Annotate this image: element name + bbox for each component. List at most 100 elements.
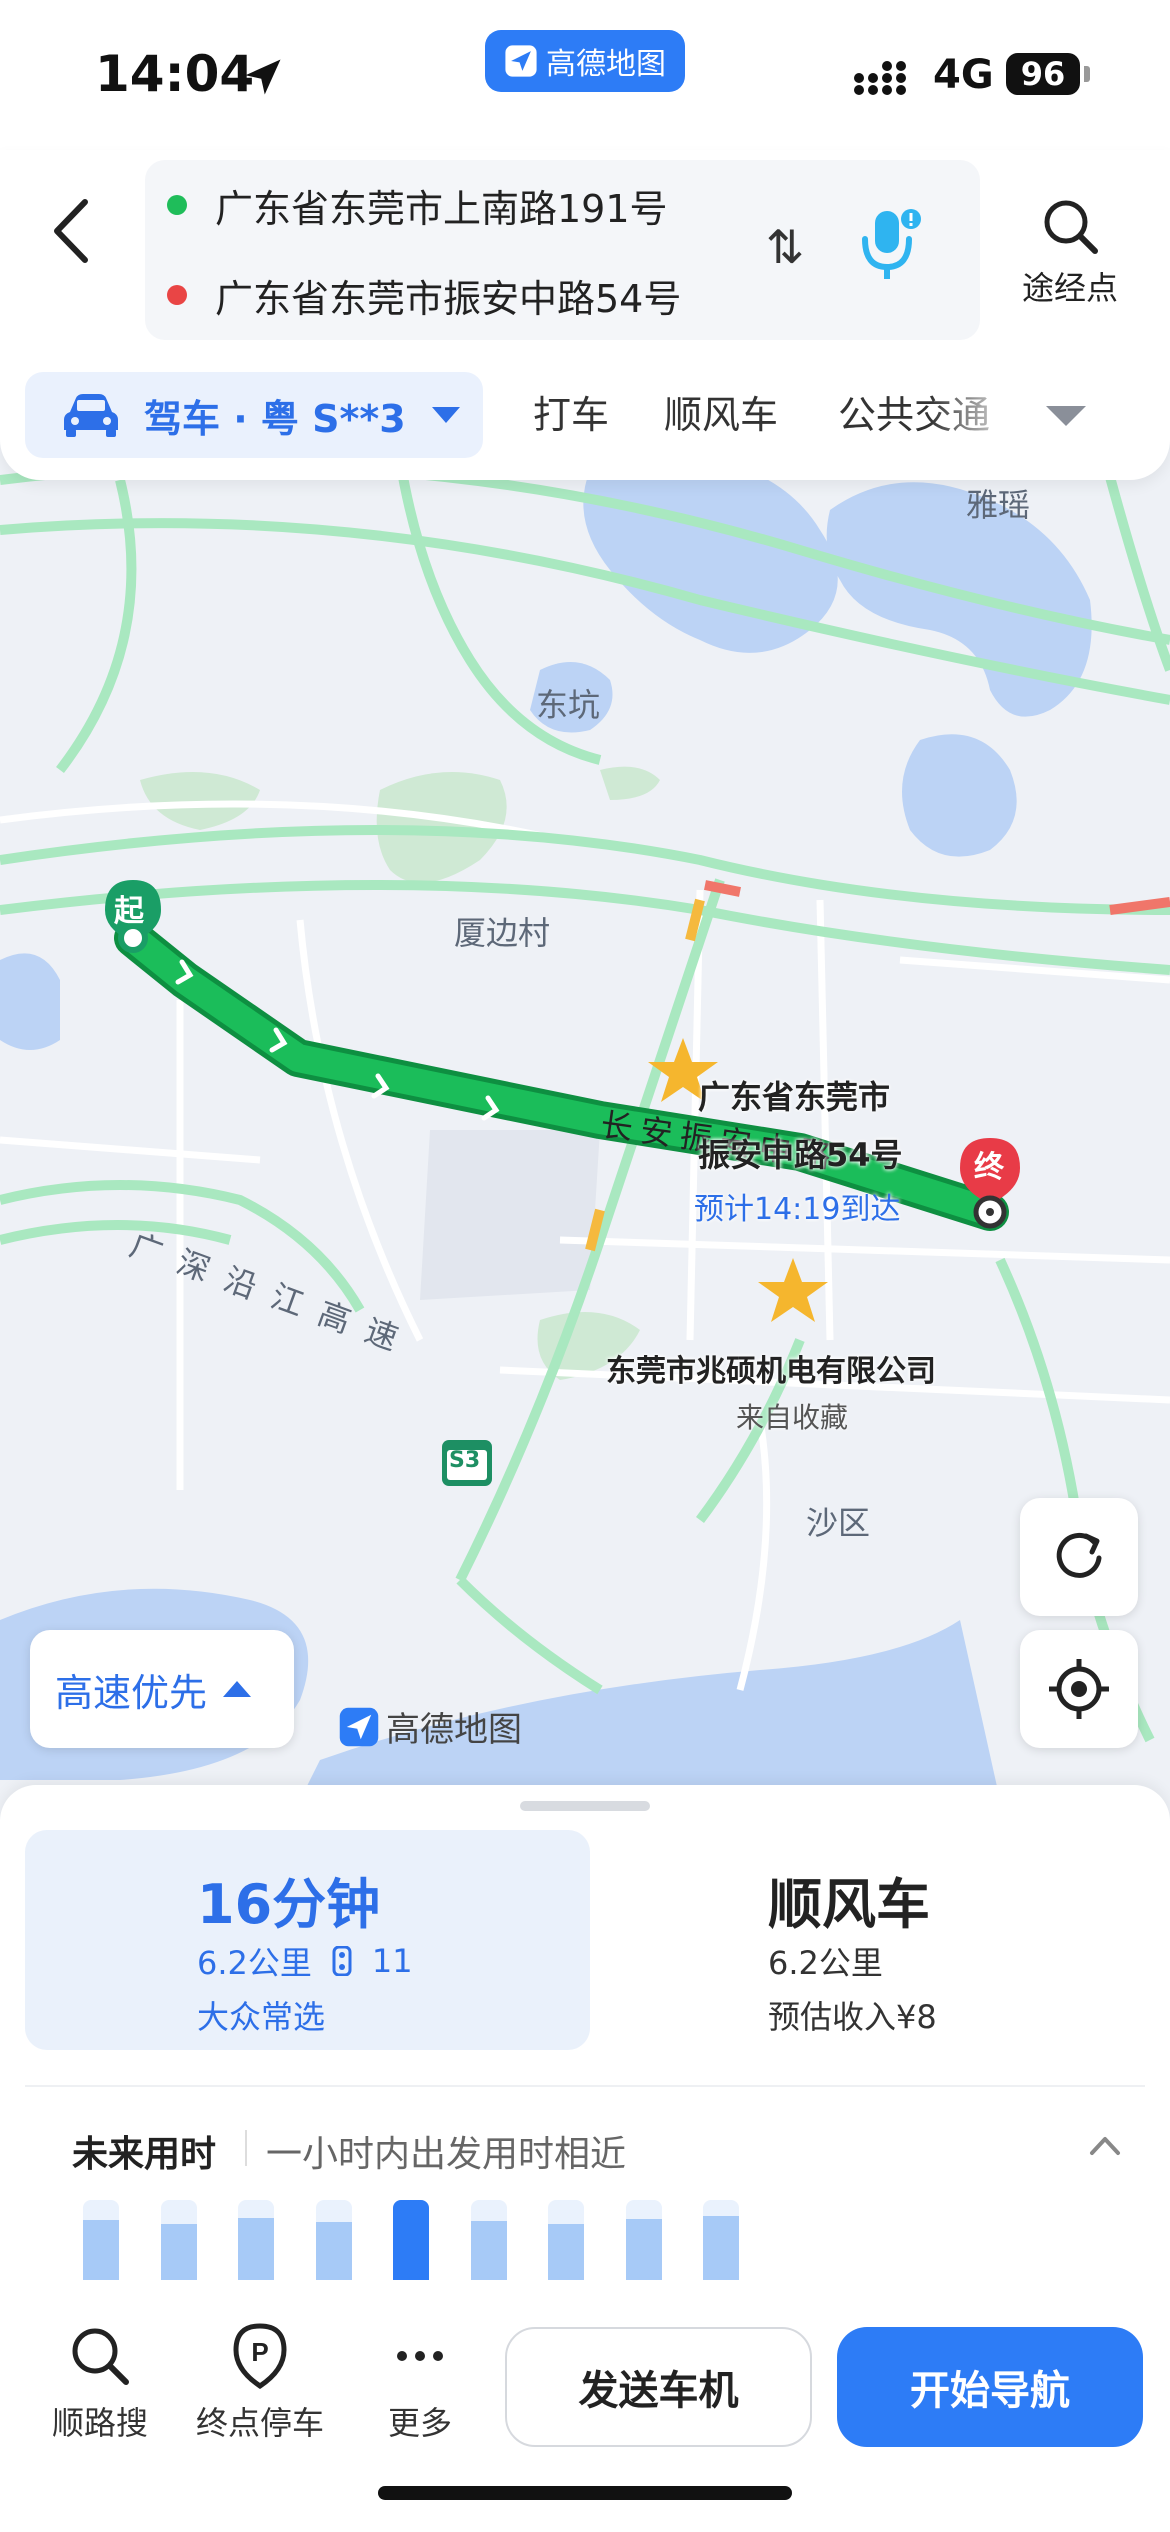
destination-parking-button[interactable]: P 终点停车	[180, 2322, 340, 2462]
route-duration: 16分钟	[197, 1873, 381, 1936]
future-time-bar[interactable]	[160, 2200, 197, 2280]
poi-source: 来自收藏	[736, 1401, 849, 1434]
tab-drive[interactable]: 驾车 · 粤 S**3	[25, 372, 483, 458]
search-icon	[1044, 200, 1098, 254]
route-preference-label: 高速优先	[55, 1670, 208, 1715]
place-label: 雅瑶	[966, 486, 1031, 524]
route-option-selected[interactable]: 16分钟 6.2公里 11 大众常选	[25, 1830, 590, 2050]
status-time: 14:04	[95, 45, 255, 103]
locate-icon	[1049, 1659, 1109, 1719]
eta-label: 预计14:19到达	[694, 1192, 901, 1227]
tab-drive-label: 驾车 · 粤 S**3	[144, 396, 406, 441]
future-time-title: 未来用时	[72, 2134, 217, 2175]
future-time-bar[interactable]	[470, 2200, 507, 2280]
future-time-bar[interactable]	[238, 2200, 274, 2280]
swap-button[interactable]: ⇅	[755, 220, 815, 290]
tab-carpool[interactable]: 顺风车	[664, 370, 778, 460]
poi-name[interactable]: 东莞市兆硕机电有限公司	[606, 1346, 936, 1390]
search-icon	[72, 2328, 129, 2385]
refresh-icon	[1056, 1532, 1102, 1578]
end-point-field[interactable]: 广东省东莞市振安中路54号	[145, 250, 745, 340]
microphone-icon[interactable]	[855, 205, 925, 285]
map-watermark-text: 高德地图	[386, 1710, 522, 1750]
place-label: 厦边村	[454, 914, 551, 952]
app-pill-label: 高德地图	[546, 47, 666, 82]
start-navigation-button[interactable]: 开始导航	[837, 2327, 1143, 2447]
route-meta: 6.2公里 11	[197, 1938, 413, 1984]
end-dot	[167, 285, 187, 305]
traffic-light-count: 11	[371, 1942, 413, 1980]
divider	[245, 2130, 247, 2166]
future-time-bar-fill	[548, 2224, 584, 2280]
status-bar: 14:04 高德地图 4G 96	[0, 0, 1170, 150]
chevron-up-icon[interactable]	[1088, 2133, 1122, 2157]
caret-up-icon	[223, 1681, 252, 1697]
network-type: 4G	[933, 52, 994, 98]
future-time-bar-fill	[703, 2216, 739, 2280]
via-point-button[interactable]: 途经点	[1005, 195, 1135, 325]
amap-logo-icon	[505, 45, 537, 77]
map-watermark: 高德地图	[338, 1702, 522, 1751]
car-icon	[64, 394, 118, 437]
send-to-car-button[interactable]: 发送车机	[505, 2327, 812, 2447]
traffic-light-icon	[332, 1946, 352, 1976]
along-route-search-label: 顺路搜	[51, 2404, 148, 2442]
future-time-bars	[0, 2200, 1170, 2280]
destination-parking-label: 终点停车	[195, 2404, 324, 2442]
route-option-carpool[interactable]: 顺风车 6.2公里 预估收入¥8	[610, 1830, 1145, 2050]
more-button[interactable]: 更多	[340, 2322, 500, 2462]
carpool-distance: 6.2公里	[768, 1944, 883, 1982]
locate-button[interactable]	[1020, 1630, 1138, 1748]
map-view[interactable]: 雅瑶 东坑 厦边村 沙区 长安振安中路 广深沿江高速 S3 起 终 广东省东莞市…	[0, 440, 1170, 1800]
more-label: 更多	[387, 2404, 452, 2442]
battery-tip	[1084, 66, 1090, 82]
home-indicator[interactable]	[378, 2486, 792, 2500]
future-time-bar[interactable]	[703, 2200, 739, 2280]
route-header: 广东省东莞市上南路191号 广东省东莞市振安中路54号 ⇅ 途经点 驾车 · 粤	[0, 150, 1170, 480]
future-time-bar-fill	[625, 2219, 662, 2280]
divider	[25, 2085, 1145, 2087]
destination-label-line2: 振安中路54号	[698, 1136, 903, 1174]
parking-icon: P	[233, 2323, 287, 2390]
tab-fade	[930, 370, 1020, 460]
future-time-bar-fill	[470, 2221, 507, 2280]
start-dot	[167, 195, 187, 215]
future-time-bar-fill	[393, 2200, 429, 2280]
end-marker-label: 终	[974, 1150, 1004, 1185]
location-arrow-icon	[245, 59, 281, 95]
mode-tabs: 驾车 · 粤 S**3 打车 顺风车 公共交通	[0, 370, 1170, 460]
future-time-bar[interactable]	[315, 2200, 352, 2280]
future-time-bar[interactable]	[393, 2200, 429, 2280]
route-distance: 6.2公里	[197, 1944, 312, 1982]
tab-taxi[interactable]: 打车	[533, 370, 609, 460]
map-base	[0, 440, 1170, 1800]
svg-text:P: P	[251, 2337, 268, 2367]
future-time-bar[interactable]	[83, 2200, 119, 2280]
back-button[interactable]	[36, 176, 106, 286]
destination-label-line1: 广东省东莞市	[698, 1078, 891, 1116]
future-time-bar[interactable]	[548, 2200, 584, 2280]
caret-down-icon	[431, 407, 460, 423]
refresh-button[interactable]	[1020, 1498, 1138, 1616]
along-route-search-button[interactable]: 顺路搜	[20, 2322, 180, 2462]
place-label: 沙区	[806, 1504, 871, 1542]
carpool-meta: 6.2公里	[768, 1938, 883, 1984]
highway-shield-label: S3	[449, 1448, 481, 1473]
battery-icon: 96	[1006, 53, 1080, 95]
app-pill[interactable]: 高德地图	[485, 30, 685, 92]
route-preference-button[interactable]: 高速优先	[30, 1630, 294, 1748]
route-input-box: 广东省东莞市上南路191号 广东省东莞市振安中路54号 ⇅	[145, 160, 980, 340]
amap-logo-icon	[339, 1707, 379, 1746]
start-point-field[interactable]: 广东省东莞市上南路191号	[145, 160, 745, 250]
future-time-bar-fill	[83, 2220, 119, 2280]
place-label: 东坑	[536, 686, 601, 724]
end-point-text: 广东省东莞市振安中路54号	[215, 276, 682, 321]
future-time-bar-fill	[160, 2224, 197, 2280]
future-time-bar[interactable]	[625, 2200, 662, 2280]
sheet-grabber[interactable]	[520, 1801, 650, 1811]
via-point-label: 途经点	[1021, 269, 1118, 307]
battery-level: 96	[1020, 55, 1066, 93]
more-modes-icon[interactable]	[1046, 406, 1086, 426]
chevron-left-icon	[54, 199, 88, 263]
start-point-text: 广东省东莞市上南路191号	[215, 186, 668, 231]
